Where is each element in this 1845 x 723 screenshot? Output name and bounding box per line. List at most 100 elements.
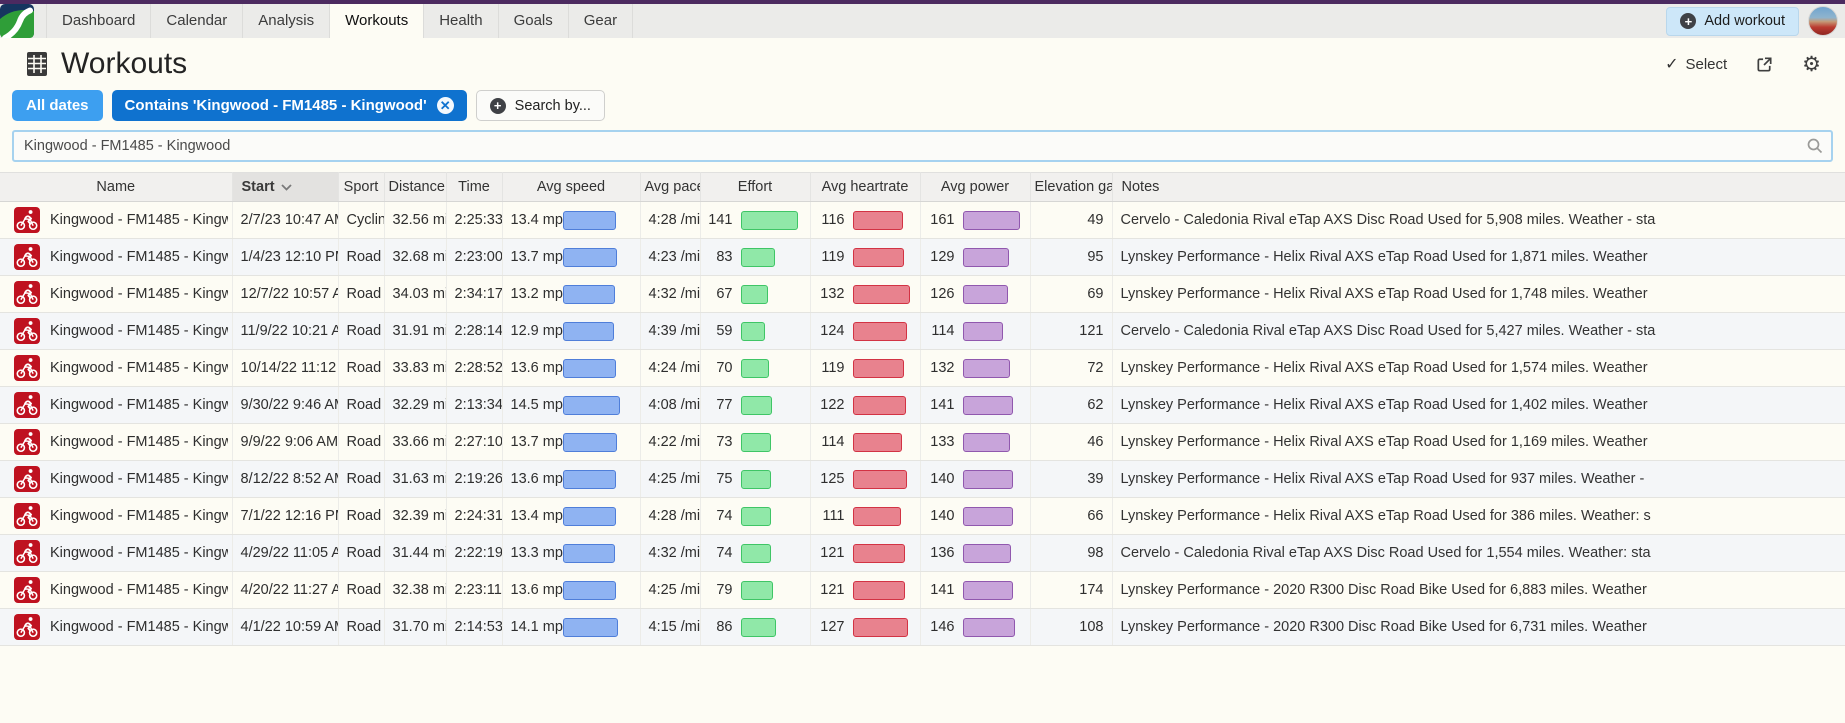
workout-row[interactable]: Kingwood - FM1485 - Kingwood12/7/22 10:5…: [0, 275, 1845, 313]
nav-tab-dashboard[interactable]: Dashboard: [46, 4, 150, 38]
avg-speed-bar: [562, 210, 616, 230]
workout-time: 2:22:19: [446, 534, 503, 572]
cyclist-icon: [16, 432, 38, 453]
workout-row[interactable]: Kingwood - FM1485 - Kingwood7/1/22 12:16…: [0, 497, 1845, 535]
avg-pace-value: 4:24 /mi: [640, 349, 701, 387]
workout-sport: Road: [338, 238, 385, 276]
header-controls: ✓ Select ⚙: [1665, 54, 1821, 75]
column-header-notes[interactable]: Notes: [1112, 172, 1845, 202]
contains-filter-label: Contains 'Kingwood - FM1485 - Kingwood': [124, 97, 427, 114]
filter-row: All dates Contains 'Kingwood - FM1485 - …: [0, 83, 1845, 125]
workout-distance: 32.39 mi: [384, 497, 447, 535]
app-logo[interactable]: [0, 4, 34, 41]
avg-power-value: 136: [930, 545, 955, 561]
workout-sport: Road: [338, 386, 385, 424]
contains-filter-chip[interactable]: Contains 'Kingwood - FM1485 - Kingwood' …: [111, 90, 467, 121]
workout-start: 4/29/22 11:05 AM: [232, 534, 339, 572]
share-button[interactable]: [1755, 55, 1774, 74]
workout-row[interactable]: Kingwood - FM1485 - Kingwood9/9/22 9:06 …: [0, 423, 1845, 461]
avg-heartrate-bar: [852, 247, 904, 267]
column-header-start[interactable]: Start: [232, 172, 339, 202]
column-header-distance[interactable]: Distance: [384, 172, 447, 202]
avg-speed-value: 13.3 mph: [510, 545, 571, 561]
effort-bar: [740, 469, 771, 489]
avg-heartrate-bar: [852, 284, 910, 304]
nav-tab-goals[interactable]: Goals: [497, 4, 568, 38]
avg-pace-value: 4:08 /mi: [640, 386, 701, 424]
nav-tab-health[interactable]: Health: [423, 4, 497, 38]
column-header-name[interactable]: Name: [0, 172, 233, 202]
remove-filter-icon[interactable]: ✕: [436, 97, 454, 114]
column-header-avg-speed[interactable]: Avg speed: [502, 172, 641, 202]
workout-sport: Road: [338, 497, 385, 535]
avg-power-bar: [962, 543, 1011, 563]
avg-heartrate-bar: [852, 469, 907, 489]
avg-power-value: 146: [930, 619, 955, 635]
workout-row[interactable]: Kingwood - FM1485 - Kingwood10/14/22 11:…: [0, 349, 1845, 387]
avg-pace-value: 4:39 /mi: [640, 312, 701, 350]
workout-time: 2:25:33: [446, 201, 503, 239]
elevation-gain-value: 39: [1030, 460, 1113, 498]
add-workout-label: Add workout: [1704, 13, 1785, 29]
avg-pace-value: 4:23 /mi: [640, 238, 701, 276]
nav-tab-calendar[interactable]: Calendar: [150, 4, 242, 38]
workout-time: 2:19:26: [446, 460, 503, 498]
workout-row[interactable]: Kingwood - FM1485 - Kingwood2/7/23 10:47…: [0, 201, 1845, 239]
avg-heartrate-value: 121: [820, 545, 845, 561]
search-by-button[interactable]: + Search by...: [475, 90, 605, 121]
page-title-text: Workouts: [61, 47, 188, 80]
avg-power-bar: [962, 432, 1010, 452]
avg-power-bar: [962, 617, 1015, 637]
cyclist-icon: [16, 395, 38, 416]
user-avatar[interactable]: [1808, 6, 1838, 36]
column-header-avg-pace[interactable]: Avg pace: [640, 172, 701, 202]
avg-pace-value: 4:32 /mi: [640, 534, 701, 572]
elevation-gain-value: 98: [1030, 534, 1113, 572]
workout-name: Kingwood - FM1485 - Kingwood: [50, 323, 228, 339]
avg-heartrate-bar: [852, 432, 902, 452]
workout-row[interactable]: Kingwood - FM1485 - Kingwood11/9/22 10:2…: [0, 312, 1845, 350]
add-workout-button[interactable]: + Add workout: [1666, 6, 1799, 36]
column-header-time[interactable]: Time: [446, 172, 503, 202]
workout-row[interactable]: Kingwood - FM1485 - Kingwood4/20/22 11:2…: [0, 571, 1845, 609]
avg-power-value: 140: [930, 508, 955, 524]
search-input[interactable]: [12, 130, 1833, 162]
select-label: Select: [1685, 55, 1728, 73]
column-header-sport[interactable]: Sport: [338, 172, 385, 202]
column-header-avg-power[interactable]: Avg power: [920, 172, 1031, 202]
workout-distance: 32.56 mi: [384, 201, 447, 239]
workout-distance: 34.03 mi: [384, 275, 447, 313]
avg-speed-bar: [562, 506, 616, 526]
workout-notes: Lynskey Performance - Helix Rival AXS eT…: [1112, 460, 1845, 498]
column-header-elevation-gain[interactable]: Elevation gain: [1030, 172, 1113, 202]
avg-speed-bar: [562, 617, 618, 637]
select-button[interactable]: ✓ Select: [1665, 54, 1727, 74]
avg-speed-value: 12.9 mph: [510, 323, 571, 339]
workout-row[interactable]: Kingwood - FM1485 - Kingwood4/29/22 11:0…: [0, 534, 1845, 572]
workout-row[interactable]: Kingwood - FM1485 - Kingwood1/4/23 12:10…: [0, 238, 1845, 276]
nav-tab-workouts[interactable]: Workouts: [329, 4, 424, 38]
workout-row[interactable]: Kingwood - FM1485 - Kingwood8/12/22 8:52…: [0, 460, 1845, 498]
column-header-avg-heartrate[interactable]: Avg heartrate: [810, 172, 921, 202]
workout-row[interactable]: Kingwood - FM1485 - Kingwood4/1/22 10:59…: [0, 608, 1845, 646]
workout-notes: Lynskey Performance - Helix Rival AXS eT…: [1112, 238, 1845, 276]
elevation-gain-value: 108: [1030, 608, 1113, 646]
nav-tab-analysis[interactable]: Analysis: [242, 4, 329, 38]
settings-button[interactable]: ⚙: [1802, 54, 1821, 75]
workout-start: 10/14/22 11:12 AM: [232, 349, 339, 387]
search-icon[interactable]: [1806, 137, 1824, 155]
workout-name: Kingwood - FM1485 - Kingwood: [50, 545, 228, 561]
nav-tab-gear[interactable]: Gear: [567, 4, 634, 38]
avg-pace-value: 4:28 /mi: [640, 201, 701, 239]
workout-name: Kingwood - FM1485 - Kingwood: [50, 360, 228, 376]
avg-power-value: 141: [930, 582, 955, 598]
column-header-effort[interactable]: Effort: [700, 172, 811, 202]
workout-row[interactable]: Kingwood - FM1485 - Kingwood9/30/22 9:46…: [0, 386, 1845, 424]
all-dates-filter-button[interactable]: All dates: [12, 90, 103, 121]
search-by-label: Search by...: [514, 97, 591, 114]
avg-power-bar: [962, 358, 1010, 378]
workout-sport: Cycling: [338, 201, 385, 239]
workout-start: 9/9/22 9:06 AM: [232, 423, 339, 461]
avg-speed-bar: [562, 321, 614, 341]
effort-value: 141: [708, 212, 733, 228]
